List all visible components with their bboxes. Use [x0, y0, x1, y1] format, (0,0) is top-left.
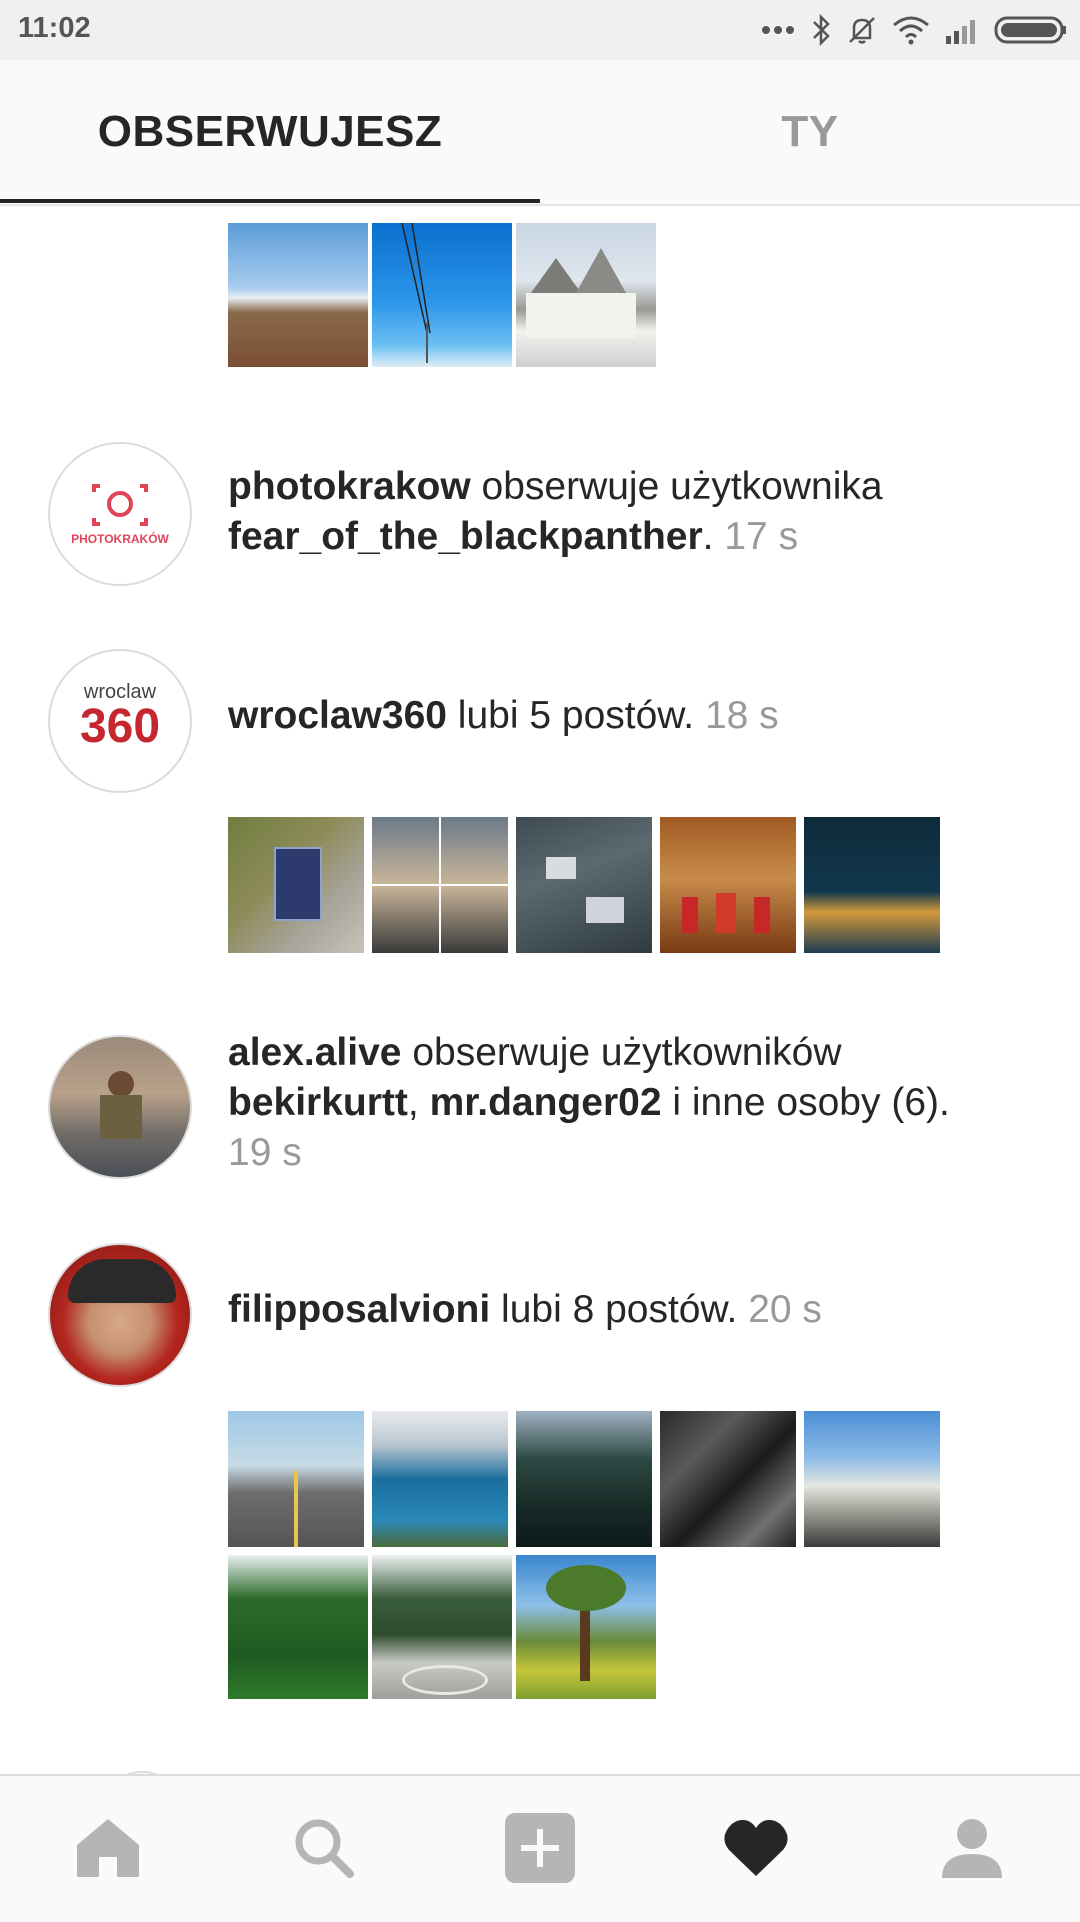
- post-thumbnail[interactable]: [804, 1411, 940, 1547]
- nav-profile[interactable]: [926, 1802, 1018, 1894]
- activity-action: lubi 8 postów.: [490, 1288, 749, 1331]
- activity-action: obserwuje użytkownika: [470, 465, 883, 508]
- profile-icon: [942, 1819, 1002, 1878]
- post-thumbnail[interactable]: [372, 223, 512, 367]
- nav-search[interactable]: [278, 1802, 370, 1894]
- activity-action: lubi 5 postów.: [446, 694, 705, 737]
- tab-following[interactable]: OBSERWUJESZ: [0, 60, 540, 204]
- heart-icon: [724, 1820, 788, 1876]
- bell-muted-icon: [849, 17, 875, 44]
- more-dots-icon: [762, 26, 794, 34]
- post-thumbnail[interactable]: [660, 817, 796, 953]
- post-thumbnail[interactable]: [516, 1411, 652, 1547]
- post-thumbnail[interactable]: [228, 1411, 364, 1547]
- target-username-link[interactable]: fear_of_the_blackpanther: [228, 515, 703, 558]
- status-time: 11:02: [18, 12, 91, 44]
- activity-separator: ,: [407, 1081, 430, 1124]
- timestamp: 20 s: [748, 1288, 822, 1331]
- timestamp: 17 s: [724, 515, 799, 558]
- status-bar: 11:02: [0, 0, 1080, 60]
- post-thumbnail[interactable]: [228, 1555, 368, 1699]
- activity-text: filipposalvioni lubi 8 postów. 20 s: [228, 1285, 1028, 1335]
- bottom-navigation: [0, 1774, 1080, 1922]
- home-icon: [77, 1819, 139, 1877]
- avatar[interactable]: [48, 1243, 192, 1387]
- post-thumbnail[interactable]: [228, 223, 368, 367]
- activity-action: obserwuje użytkowników: [401, 1031, 842, 1074]
- nav-activity[interactable]: [710, 1802, 802, 1894]
- post-thumbnail[interactable]: [516, 817, 652, 953]
- bluetooth-icon: [813, 14, 830, 46]
- activity-text: photokrakow obserwuje użytkownika fear_o…: [228, 462, 1028, 562]
- avatar[interactable]: PHOTOKRAKÓW: [48, 442, 192, 586]
- activity-end: i inne osoby (6).: [661, 1081, 950, 1124]
- target-username-link[interactable]: bekirkurtt: [228, 1081, 408, 1124]
- username-link[interactable]: filipposalvioni: [228, 1288, 490, 1331]
- activity-text: wroclaw360 lubi 5 postów. 18 s: [228, 691, 1028, 741]
- nav-home[interactable]: [62, 1802, 154, 1894]
- post-thumbnail[interactable]: [660, 1411, 796, 1547]
- avatar-logo-text: PHOTOKRAKÓW: [71, 532, 169, 546]
- activity-tabs: OBSERWUJESZ TY: [0, 60, 1080, 206]
- post-thumbnail[interactable]: [228, 817, 364, 953]
- username-link[interactable]: wroclaw360: [228, 694, 447, 737]
- nav-add[interactable]: [494, 1802, 586, 1894]
- post-thumbnail[interactable]: [516, 223, 656, 367]
- activity-end: .: [702, 515, 714, 558]
- battery-icon: [994, 16, 1066, 44]
- active-tab-indicator: [0, 199, 540, 203]
- post-thumbnail[interactable]: [804, 817, 940, 953]
- post-thumbnail[interactable]: [372, 817, 508, 953]
- avatar[interactable]: [48, 1035, 192, 1179]
- activity-feed[interactable]: PHOTOKRAKÓW photokrakow obserwuje użytko…: [0, 206, 1080, 1774]
- timestamp: 18 s: [704, 694, 779, 737]
- avatar-logo-number: 360: [79, 700, 161, 753]
- signal-icon: [946, 20, 975, 44]
- search-icon: [295, 1819, 354, 1878]
- post-thumbnail[interactable]: [516, 1555, 656, 1699]
- post-thumbnail[interactable]: [372, 1411, 508, 1547]
- avatar[interactable]: wroclaw 360: [48, 649, 192, 793]
- username-link[interactable]: photokrakow: [228, 465, 471, 508]
- post-thumbnail[interactable]: [372, 1555, 512, 1699]
- username-link[interactable]: alex.alive: [228, 1031, 401, 1074]
- activity-text: alex.alive obserwuje użytkowników bekirk…: [228, 1028, 1028, 1178]
- tab-you[interactable]: TY: [540, 60, 1080, 204]
- target-username-link[interactable]: mr.danger02: [430, 1081, 662, 1124]
- wifi-icon: [893, 16, 929, 45]
- add-icon: [505, 1813, 575, 1883]
- timestamp: 19 s: [228, 1131, 302, 1174]
